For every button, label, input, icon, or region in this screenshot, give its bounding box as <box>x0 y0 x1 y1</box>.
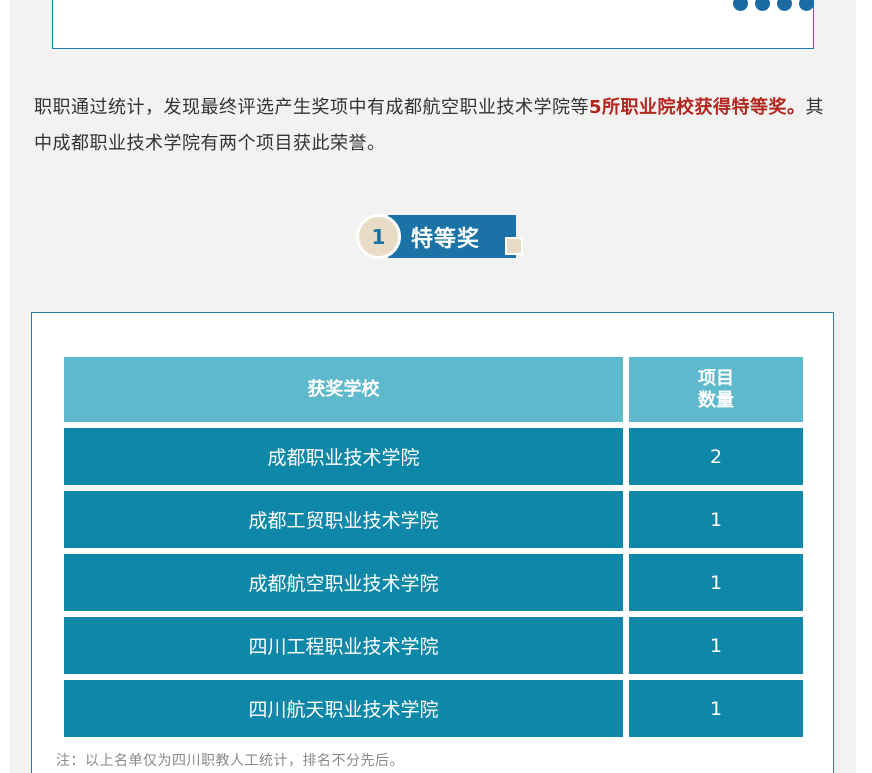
table-row: 成都航空职业技术学院 1 <box>64 554 803 611</box>
school-name: 四川航天职业技术学院 <box>64 680 623 737</box>
intro-highlight: 5所职业院校获得特等奖。 <box>589 97 806 118</box>
section-title: 特等奖 <box>411 227 481 252</box>
table-row: 四川工程职业技术学院 1 <box>64 617 803 674</box>
dot-icon <box>755 0 770 11</box>
table-row: 成都工贸职业技术学院 1 <box>64 491 803 548</box>
dot-icon <box>799 0 814 11</box>
header-count: 项目 数量 <box>629 357 803 422</box>
table-note: 注：以上名单仅为四川职教人工统计，排名不分先后。 <box>56 753 404 769</box>
section-number: 1 <box>356 214 401 259</box>
badge-square-decoration <box>505 237 523 255</box>
table-row: 四川航天职业技术学院 1 <box>64 680 803 737</box>
header-school: 获奖学校 <box>64 357 623 422</box>
table-header-row: 获奖学校 项目 数量 <box>64 357 803 422</box>
pagination-dots <box>733 0 814 11</box>
project-count: 1 <box>629 680 803 737</box>
project-count: 1 <box>629 554 803 611</box>
project-count: 1 <box>629 617 803 674</box>
awards-table: 获奖学校 项目 数量 成都职业技术学院 2 成都工贸职业技术学院 1 成都航空职… <box>64 357 803 743</box>
table-row: 成都职业技术学院 2 <box>64 428 803 485</box>
school-name: 成都航空职业技术学院 <box>64 554 623 611</box>
school-name: 成都职业技术学院 <box>64 428 623 485</box>
project-count: 2 <box>629 428 803 485</box>
intro-text: 职职通过统计，发现最终评选产生奖项中有成都航空职业技术学院等 <box>34 97 589 118</box>
section-badge: 1 特等奖 <box>356 214 526 264</box>
intro-paragraph: 职职通过统计，发现最终评选产生奖项中有成都航空职业技术学院等5所职业院校获得特等… <box>34 90 839 162</box>
school-name: 成都工贸职业技术学院 <box>64 491 623 548</box>
project-count: 1 <box>629 491 803 548</box>
header-count-text: 项目 数量 <box>698 367 734 411</box>
dot-icon <box>733 0 748 11</box>
awards-table-card: 获奖学校 项目 数量 成都职业技术学院 2 成都工贸职业技术学院 1 成都航空职… <box>31 312 834 773</box>
school-name: 四川工程职业技术学院 <box>64 617 623 674</box>
dot-icon <box>777 0 792 11</box>
previous-card <box>52 0 814 49</box>
